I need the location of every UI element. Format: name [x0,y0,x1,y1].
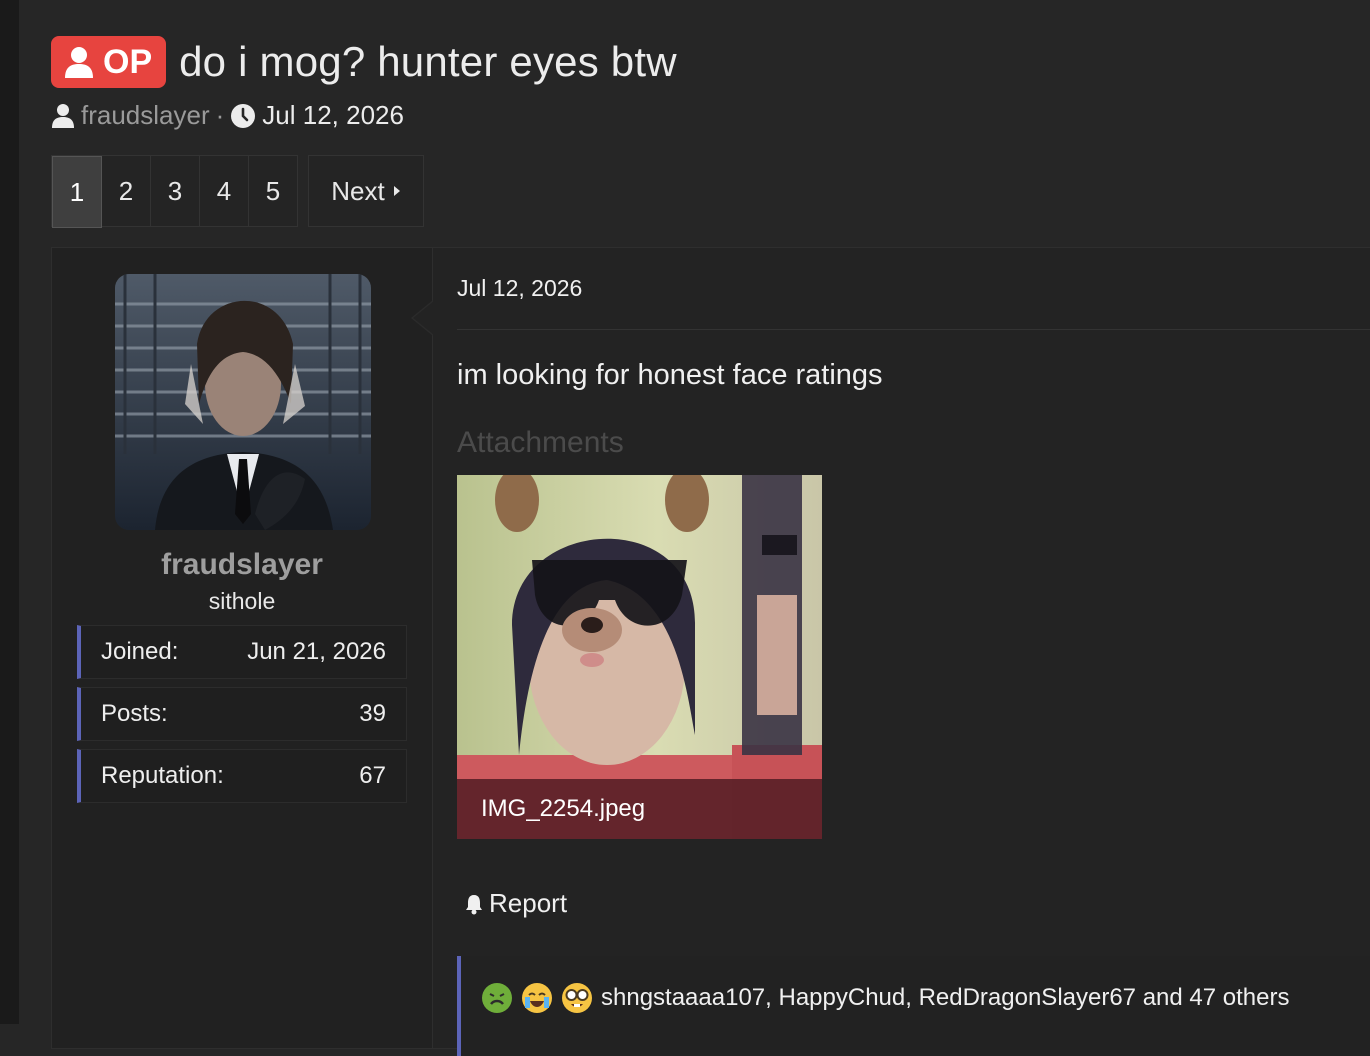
thread-page: OP do i mog? hunter eyes btw fraudslayer… [19,0,1370,1056]
post-username[interactable]: fraudslayer [52,548,432,582]
reactions-text[interactable]: shngstaaaa107, HappyChud, RedDragonSlaye… [601,984,1289,1012]
stat-reputation: Reputation: 67 [77,749,407,803]
thread-author-link[interactable]: fraudslayer [81,100,210,131]
post-pointer-arrow [411,300,434,336]
sick-emoji-icon [482,983,512,1013]
thread-header: OP do i mog? hunter eyes btw [51,36,677,88]
thread-date[interactable]: Jul 12, 2026 [262,100,404,131]
left-edge-strip [0,0,19,1024]
post-user-panel: fraudslayer sithole Joined: Jun 21, 2026… [52,248,433,1048]
page-list: 1 2 3 4 5 [51,155,298,228]
post-content: Jul 12, 2026 im looking for honest face … [411,248,1370,1056]
report-label: Report [489,888,568,918]
post-message: im looking for honest face ratings [457,359,883,391]
attachments-heading: Attachments [457,426,624,459]
next-page-label: Next [331,175,385,206]
stat-label: Joined: [101,638,179,665]
op-badge: OP [51,36,167,88]
user-icon [65,47,93,78]
page-link-2[interactable]: 2 [102,156,151,226]
user-stats: Joined: Jun 21, 2026 Posts: 39 Reputatio… [77,625,407,811]
avatar[interactable] [115,274,371,530]
stat-value[interactable]: 39 [359,700,386,728]
attachment-filename: IMG_2254.jpeg [457,779,822,839]
attachment-thumbnail[interactable]: IMG_2254.jpeg [457,475,822,839]
stat-value: 67 [359,762,386,789]
post: fraudslayer sithole Joined: Jun 21, 2026… [51,247,1370,1056]
thread-title: do i mog? hunter eyes btw [179,38,677,85]
page-link-5[interactable]: 5 [249,156,297,226]
clock-icon [231,103,256,128]
thread-meta: fraudslayer · Jul 12, 2026 [51,100,404,131]
caret-right-icon [393,186,400,196]
page-link-1[interactable]: 1 [52,156,102,228]
reactions-row: shngstaaaa107, HappyChud, RedDragonSlaye… [481,982,1289,1014]
stat-joined: Joined: Jun 21, 2026 [77,625,407,679]
next-page-button[interactable]: Next [308,155,424,227]
report-button[interactable]: Report [463,888,567,919]
user-title: sithole [208,588,276,614]
pagination: 1 2 3 4 5 Next [51,155,424,228]
post-header-divider [457,329,1370,330]
nerd-emoji-icon [562,983,592,1013]
bell-icon [466,894,482,914]
stat-label: Reputation: [101,762,224,789]
page-link-3[interactable]: 3 [151,156,200,226]
meta-separator: · [215,100,225,130]
stat-label: Posts: [101,700,168,727]
post-date[interactable]: Jul 12, 2026 [457,275,582,302]
page-link-4[interactable]: 4 [200,156,249,226]
user-icon [52,103,74,128]
stat-posts: Posts: 39 [77,687,407,741]
op-badge-label: OP [103,42,153,81]
stat-value: Jun 21, 2026 [247,638,386,665]
reactions-bar: shngstaaaa107, HappyChud, RedDragonSlaye… [457,956,1370,1056]
crying-emoji-icon [522,983,552,1013]
